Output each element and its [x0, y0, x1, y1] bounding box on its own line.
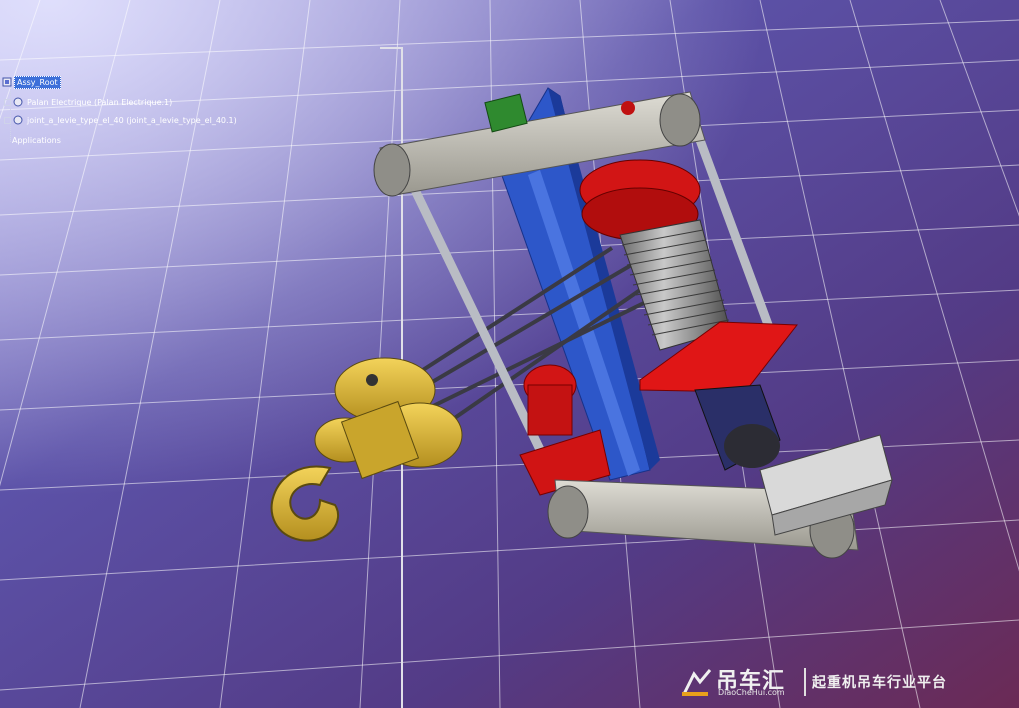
part-icon: [13, 97, 23, 107]
watermark: 吊车汇 DiaoCheHui.com 起重机吊车行业平台: [680, 660, 970, 702]
tree-node[interactable]: joint_a_levie_type_el_40 (joint_a_levie_…: [4, 114, 239, 126]
watermark-slogan: 起重机吊车行业平台: [812, 675, 947, 691]
3d-viewport[interactable]: Assy_Root Palan Electrique (Palan Electr…: [0, 0, 1019, 708]
tree-node-label[interactable]: Palan Electrique (Palan Electrique.1): [25, 97, 174, 108]
expand-icon[interactable]: [4, 116, 11, 124]
part-icon: [13, 115, 23, 125]
tree-node-label[interactable]: Applications: [10, 135, 63, 146]
tree-root-label[interactable]: Assy_Root: [14, 75, 61, 89]
assembly-icon: [2, 77, 12, 87]
tree-node[interactable]: Applications: [10, 134, 63, 146]
crane-logo-icon: [682, 669, 712, 696]
tree-root[interactable]: Assy_Root: [2, 75, 61, 89]
watermark-url: DiaoCheHui.com: [718, 688, 785, 697]
expand-icon[interactable]: [4, 98, 11, 106]
tree-node-label[interactable]: joint_a_levie_type_el_40 (joint_a_levie_…: [25, 115, 239, 126]
tree-node[interactable]: Palan Electrique (Palan Electrique.1): [4, 96, 174, 108]
watermark-divider: [804, 668, 806, 696]
